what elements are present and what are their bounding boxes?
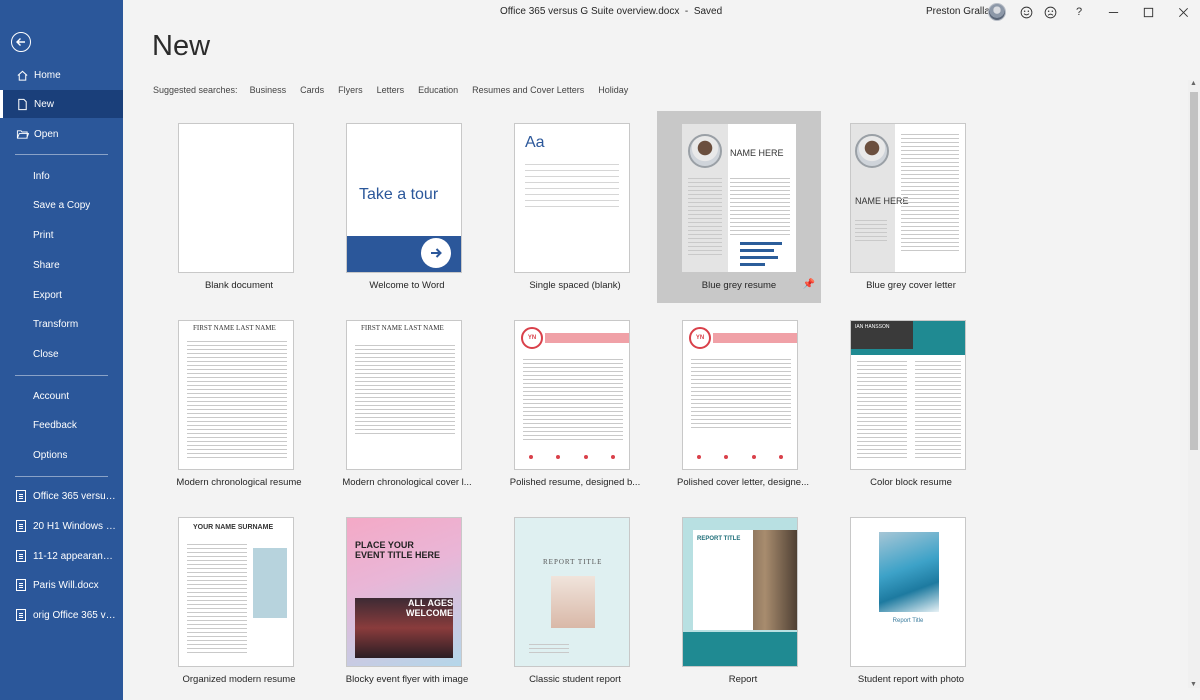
- template-thumbnail: YN: [682, 320, 798, 470]
- recent-document[interactable]: 11-12 appearance....: [0, 542, 123, 570]
- arrow-right-icon: [421, 238, 451, 268]
- scroll-down-icon[interactable]: ▼: [1190, 681, 1197, 688]
- save-status: Saved: [693, 6, 723, 17]
- folder-open-icon: [15, 127, 29, 141]
- document-title: Office 365 versus G Suite overview.docx …: [500, 6, 723, 17]
- template-thumbnail: Take a tour: [346, 123, 462, 273]
- template-thumbnail: [178, 123, 294, 273]
- template-thumbnail: Report Title: [850, 517, 966, 667]
- template-polished-cover-letter[interactable]: YN Polished cover letter, designe...: [661, 308, 825, 500]
- word-doc-icon: [16, 550, 26, 562]
- sidebar-divider: [15, 154, 108, 155]
- vertical-scrollbar[interactable]: ▲ ▼: [1188, 80, 1200, 688]
- sidebar-item-transform[interactable]: Transform: [0, 310, 123, 338]
- frown-feedback-icon[interactable]: [1042, 4, 1058, 20]
- suggested-search-link[interactable]: Education: [418, 85, 458, 95]
- sidebar-divider: [15, 476, 108, 477]
- template-thumbnail: NAME HERE: [850, 123, 966, 273]
- sidebar-item-info[interactable]: Info: [0, 162, 123, 190]
- word-doc-icon: [16, 579, 26, 591]
- backstage-sidebar: Home New Open Info Save a Copy Print Sha…: [0, 0, 123, 700]
- scroll-up-icon[interactable]: ▲: [1190, 80, 1197, 87]
- sidebar-item-close[interactable]: Close: [0, 340, 123, 368]
- sidebar-item-print[interactable]: Print: [0, 221, 123, 249]
- template-report[interactable]: REPORT TITLE Report: [661, 505, 825, 697]
- sidebar-item-open[interactable]: Open: [0, 120, 123, 148]
- template-thumbnail: YOUR NAME SURNAME: [178, 517, 294, 667]
- template-thumbnail: IAN HANSSON: [850, 320, 966, 470]
- word-doc-icon: [16, 520, 26, 532]
- recent-document[interactable]: 20 H1 Windows 10...: [0, 512, 123, 540]
- template-modern-chronological-cover-letter[interactable]: FIRST NAME LAST NAME Modern chronologica…: [325, 308, 489, 500]
- word-doc-icon: [16, 490, 26, 502]
- sidebar-item-export[interactable]: Export: [0, 281, 123, 309]
- word-doc-icon: [16, 609, 26, 621]
- template-thumbnail: NAME HERE: [681, 123, 797, 273]
- home-icon: [15, 68, 29, 82]
- template-thumbnail: YN: [514, 320, 630, 470]
- recent-document[interactable]: Office 365 versus G...: [0, 482, 123, 510]
- template-thumbnail: FIRST NAME LAST NAME: [346, 320, 462, 470]
- sidebar-item-save-a-copy[interactable]: Save a Copy: [0, 191, 123, 219]
- template-polished-resume[interactable]: YN Polished resume, designed b...: [493, 308, 657, 500]
- template-thumbnail: Aa: [514, 123, 630, 273]
- sidebar-item-new[interactable]: New: [0, 90, 123, 118]
- maximize-icon[interactable]: [1140, 4, 1156, 20]
- back-arrow-icon: [16, 38, 25, 46]
- template-student-report-with-photo[interactable]: Report Title Student report with photo: [829, 505, 993, 697]
- back-button[interactable]: [11, 32, 31, 52]
- close-icon[interactable]: [1175, 4, 1191, 20]
- recent-document[interactable]: Paris Will.docx: [0, 571, 123, 599]
- smile-feedback-icon[interactable]: [1018, 4, 1034, 20]
- sidebar-item-feedback[interactable]: Feedback: [0, 411, 123, 439]
- suggested-search-link[interactable]: Cards: [300, 85, 324, 95]
- help-icon[interactable]: ?: [1071, 4, 1087, 20]
- suggested-search-link[interactable]: Resumes and Cover Letters: [472, 85, 584, 95]
- sidebar-divider: [15, 375, 108, 376]
- suggested-search-link[interactable]: Business: [250, 85, 287, 95]
- minimize-icon[interactable]: [1105, 4, 1121, 20]
- template-classic-student-report[interactable]: REPORT TITLE Classic student report: [493, 505, 657, 697]
- template-blue-grey-resume[interactable]: NAME HERE Blue grey resume 📌: [657, 111, 821, 303]
- sidebar-item-home[interactable]: Home: [0, 61, 123, 89]
- template-welcome-to-word[interactable]: Take a tour Welcome to Word: [325, 111, 489, 303]
- template-thumbnail: PLACE YOUR EVENT TITLE HERE ALL AGES WEL…: [346, 517, 462, 667]
- template-single-spaced[interactable]: Aa Single spaced (blank): [493, 111, 657, 303]
- title-bar: Office 365 versus G Suite overview.docx …: [123, 0, 1200, 24]
- page-title: New: [152, 30, 211, 62]
- suggested-searches: Suggested searches: Business Cards Flyer…: [153, 85, 629, 95]
- avatar[interactable]: [988, 3, 1006, 21]
- template-blue-grey-cover-letter[interactable]: NAME HERE Blue grey cover letter: [829, 111, 993, 303]
- new-doc-icon: [15, 97, 29, 111]
- sidebar-item-options[interactable]: Options: [0, 441, 123, 469]
- template-thumbnail: FIRST NAME LAST NAME: [178, 320, 294, 470]
- template-modern-chronological-resume[interactable]: FIRST NAME LAST NAME Modern chronologica…: [157, 308, 321, 500]
- sidebar-item-share[interactable]: Share: [0, 251, 123, 279]
- template-blocky-event-flyer[interactable]: PLACE YOUR EVENT TITLE HERE ALL AGES WEL…: [325, 505, 489, 697]
- template-organized-modern-resume[interactable]: YOUR NAME SURNAME Organized modern resum…: [157, 505, 321, 697]
- user-name[interactable]: Preston Gralla: [926, 6, 990, 17]
- template-blank-document[interactable]: Blank document: [157, 111, 321, 303]
- suggested-search-link[interactable]: Letters: [377, 85, 405, 95]
- scroll-thumb[interactable]: [1190, 92, 1198, 450]
- pin-icon[interactable]: 📌: [803, 279, 815, 290]
- template-thumbnail: REPORT TITLE: [514, 517, 630, 667]
- template-thumbnail: REPORT TITLE: [682, 517, 798, 667]
- sidebar-item-account[interactable]: Account: [0, 382, 123, 410]
- suggested-search-link[interactable]: Holiday: [598, 85, 628, 95]
- recent-document[interactable]: orig Office 365 vers...: [0, 601, 123, 629]
- template-color-block-resume[interactable]: IAN HANSSON Color block resume: [829, 308, 993, 500]
- suggested-search-link[interactable]: Flyers: [338, 85, 363, 95]
